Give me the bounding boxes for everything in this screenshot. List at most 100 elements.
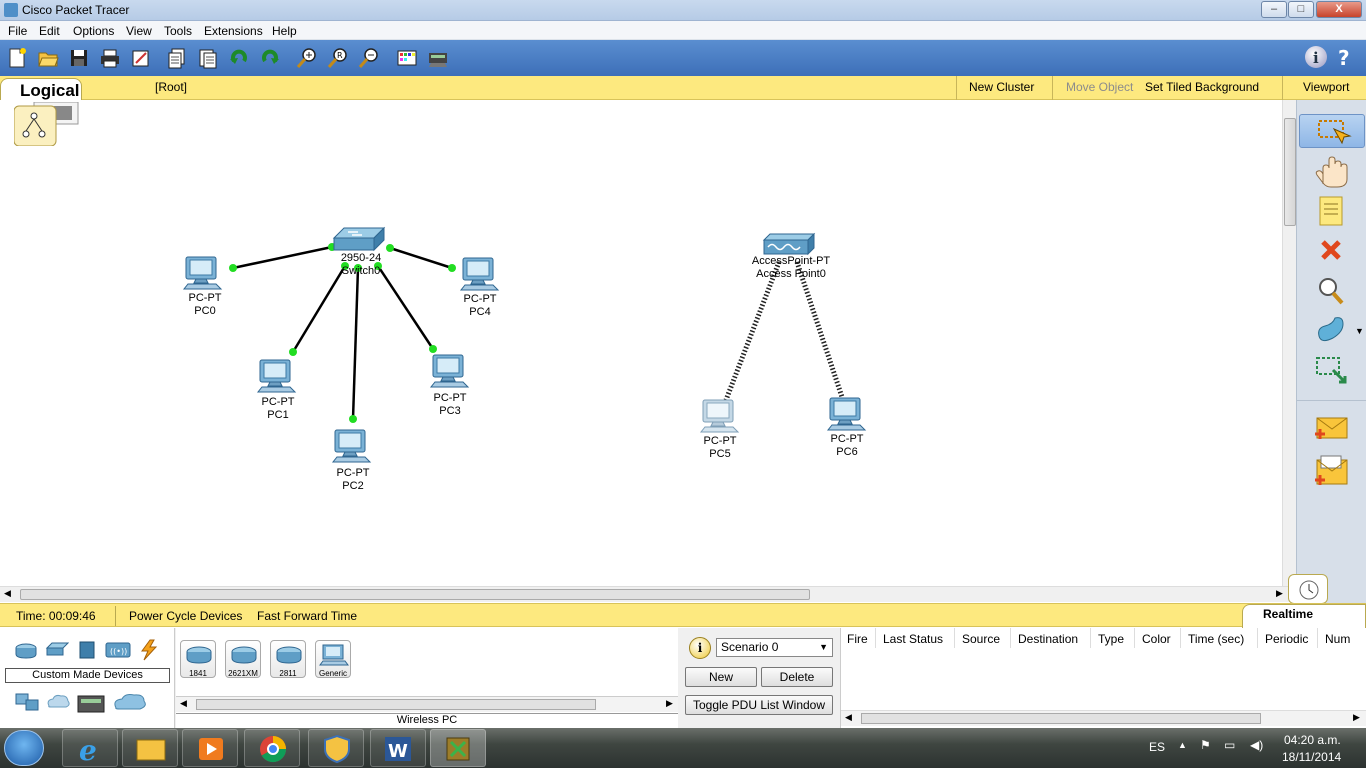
packet-tracer-taskbar-icon[interactable] [430,729,486,767]
new-cluster-button[interactable]: New Cluster [969,80,1034,94]
move-layout-hand-icon[interactable] [1311,154,1351,188]
root-breadcrumb[interactable]: [Root] [155,80,187,94]
column-header[interactable]: Periodic [1265,632,1308,646]
chrome-icon[interactable] [244,729,300,767]
topology-diagram[interactable] [0,100,1282,586]
pdu-list-scrollbar[interactable]: ◀ ▶ [841,710,1366,726]
select-tool-icon[interactable] [1299,114,1365,148]
zoom-out-icon[interactable] [358,47,380,69]
power-cycle-devices-button[interactable]: Power Cycle Devices [129,609,242,623]
toggle-pdu-list-button[interactable]: Toggle PDU List Window [685,695,833,715]
volume-icon[interactable]: ◀) [1250,738,1263,752]
delete-scenario-button[interactable]: Delete [761,667,833,687]
router-category-icon[interactable] [14,640,38,660]
scroll-thumb[interactable] [196,699,596,710]
clock-date[interactable]: 18/11/2014 [1282,750,1341,764]
undo-icon[interactable] [228,47,250,69]
inspect-magnifier-icon[interactable] [1311,274,1351,308]
fast-forward-time-button[interactable]: Fast Forward Time [257,609,357,623]
draw-shape-icon[interactable] [1311,314,1351,348]
scroll-thumb[interactable] [861,713,1261,724]
scenario-dropdown[interactable]: Scenario 0 ▼ [716,638,833,657]
column-header[interactable]: Num [1325,632,1350,646]
column-header[interactable]: Destination [1018,632,1078,646]
generic-device-tile[interactable]: Generic [315,640,351,678]
resize-shape-icon[interactable] [1311,354,1351,388]
column-header[interactable]: Fire [847,632,868,646]
scroll-thumb[interactable] [20,589,810,600]
menu-options[interactable]: Options [73,24,114,38]
chevron-down-icon[interactable]: ▼ [1355,326,1364,336]
set-tiled-background-button[interactable]: Set Tiled Background [1145,80,1259,94]
column-header[interactable]: Last Status [883,632,943,646]
viewport-button[interactable]: Viewport [1303,80,1349,94]
scroll-right-icon[interactable]: ▶ [1353,712,1360,723]
menu-tools[interactable]: Tools [164,24,192,38]
info-icon[interactable]: i [1305,46,1327,68]
workspace-horizontal-scrollbar[interactable]: ◀ ▶ [0,586,1296,602]
scroll-left-icon[interactable]: ◀ [845,712,852,723]
menu-edit[interactable]: Edit [39,24,60,38]
network-icon[interactable]: ▭ [1224,738,1235,752]
hub-category-icon[interactable] [76,640,100,660]
tray-expand-icon[interactable]: ▲ [1178,740,1187,750]
custom-device-dialog-icon[interactable] [427,47,449,69]
workspace-vertical-scrollbar[interactable] [1282,100,1296,586]
language-indicator[interactable]: ES [1149,740,1165,754]
router-1841-tile[interactable]: 1841 [180,640,216,678]
menu-view[interactable]: View [126,24,152,38]
help-icon[interactable]: ? [1334,46,1356,70]
column-header[interactable]: Time (sec) [1188,632,1244,646]
device-subtype-scrollbar[interactable]: ◀ ▶ [176,696,678,712]
multiuser-category-icon[interactable] [112,692,148,714]
palette-icon[interactable] [396,47,418,69]
custom-devices-category-icon[interactable] [76,692,106,716]
end-devices-category-icon[interactable] [14,692,40,714]
redo-icon[interactable] [259,47,281,69]
place-note-icon[interactable] [1311,194,1351,228]
scroll-right-icon[interactable]: ▶ [666,698,673,709]
switch-category-icon[interactable] [45,640,70,660]
menu-file[interactable]: File [8,24,27,38]
scroll-right-icon[interactable]: ▶ [1276,588,1283,599]
clock-time[interactable]: 04:20 a.m. [1284,733,1341,747]
activity-wizard-icon[interactable] [130,47,152,69]
paste-icon[interactable] [197,47,219,69]
action-center-icon[interactable]: ⚑ [1200,738,1211,752]
maximize-button[interactable]: □ [1288,1,1314,18]
print-icon[interactable] [99,47,121,69]
connections-category-icon[interactable] [136,638,160,662]
open-folder-icon[interactable] [37,47,59,69]
save-icon[interactable] [68,47,90,69]
start-button[interactable] [4,730,44,766]
scroll-left-icon[interactable]: ◀ [4,588,11,599]
wan-emulation-category-icon[interactable] [45,692,71,714]
minimize-button[interactable]: – [1261,1,1287,18]
move-object-button[interactable]: Move Object [1066,80,1133,94]
realtime-clock-icon[interactable] [1288,574,1328,604]
column-header[interactable]: Source [962,632,1000,646]
file-explorer-icon[interactable] [122,729,178,767]
zoom-reset-icon[interactable]: R [327,47,349,69]
copy-icon[interactable] [166,47,188,69]
scroll-left-icon[interactable]: ◀ [180,698,187,709]
delete-icon[interactable] [1311,234,1351,268]
column-header[interactable]: Type [1098,632,1124,646]
info-icon[interactable]: i [689,637,711,659]
column-header[interactable]: Color [1142,632,1171,646]
wireless-category-icon[interactable]: ((•)) [104,640,132,660]
close-button[interactable]: X [1316,1,1362,18]
custom-made-devices-button[interactable]: Custom Made Devices [5,668,170,683]
new-scenario-button[interactable]: New [685,667,757,687]
media-player-icon[interactable] [182,729,238,767]
logical-workspace-canvas[interactable]: 2950-24 Switch0 AccessPoint-PT Access Po… [0,100,1282,586]
menu-extensions[interactable]: Extensions [204,24,263,38]
add-complex-pdu-icon[interactable] [1311,454,1351,488]
tab-realtime[interactable]: Realtime [1242,604,1366,630]
new-file-icon[interactable] [6,47,28,69]
internet-explorer-icon[interactable]: e [62,729,118,767]
menu-help[interactable]: Help [272,24,297,38]
router-2811-tile[interactable]: 2811 [270,640,306,678]
scroll-thumb[interactable] [1284,118,1296,226]
word-icon[interactable]: W [370,729,426,767]
